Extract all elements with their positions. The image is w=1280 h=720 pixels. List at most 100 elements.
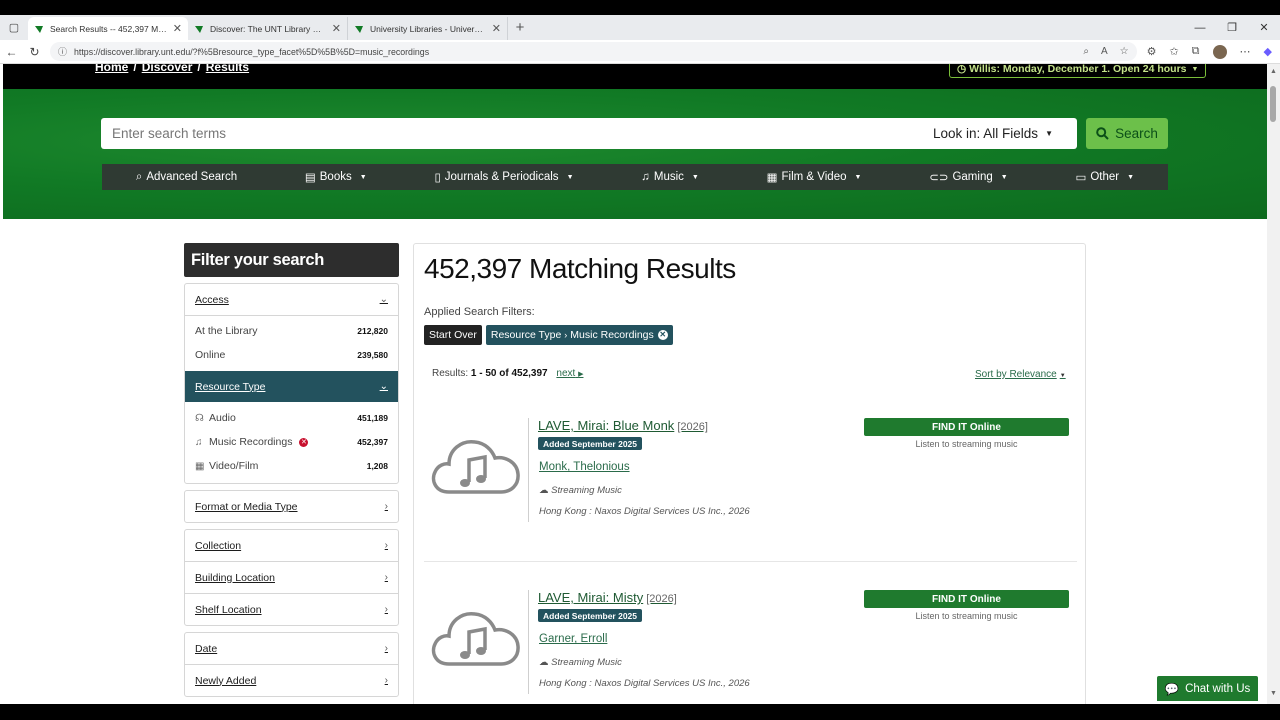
- start-over-button[interactable]: Start Over: [424, 325, 482, 345]
- look-in-select[interactable]: Look in: All Fields ▼: [933, 126, 1077, 141]
- reload-icon[interactable]: ↻: [23, 45, 46, 59]
- read-aloud-icon[interactable]: A: [1101, 46, 1108, 57]
- screen-bottom-edge: [0, 704, 1280, 720]
- nav-music[interactable]: ♫ Music ▼: [641, 171, 699, 183]
- breadcrumb-home[interactable]: Home: [95, 64, 128, 74]
- search-bar: Enter search terms Look in: All Fields ▼: [101, 118, 1077, 149]
- chevron-right-icon: ›: [384, 501, 388, 512]
- record-year: [2026]: [646, 593, 677, 605]
- journal-icon: ▯: [434, 172, 441, 184]
- page-scrollbar[interactable]: ▲ ▼: [1267, 64, 1280, 704]
- sort-dropdown[interactable]: Sort by Relevance ▼: [975, 369, 1066, 380]
- listen-note: Listen to streaming music: [915, 611, 1018, 621]
- breadcrumb-results[interactable]: Results: [206, 64, 249, 74]
- facet-format-toggle[interactable]: Format or Media Type ›: [185, 491, 398, 522]
- caret-down-icon: ▼: [854, 173, 862, 181]
- facet-item-at-the-library[interactable]: At the Library 212,820: [185, 319, 398, 343]
- collections-icon[interactable]: ⧉: [1192, 45, 1200, 58]
- facet-label: Collection: [195, 539, 242, 552]
- nav-books[interactable]: ▤ Books ▼: [305, 170, 367, 184]
- applied-filters: Start Over Resource Type › Music Recordi…: [424, 325, 673, 345]
- close-tab-icon[interactable]: ✕: [492, 22, 501, 35]
- site-info-icon[interactable]: ⓘ: [58, 45, 67, 58]
- caret-down-icon: ▼: [1000, 173, 1008, 181]
- more-menu-icon[interactable]: ⋯: [1240, 45, 1251, 58]
- scroll-up-icon[interactable]: ▲: [1270, 68, 1277, 75]
- favorites-icon[interactable]: ✩: [1169, 45, 1178, 58]
- chevron-right-icon: ›: [564, 330, 568, 340]
- record-format: ☁ Streaming Music: [539, 485, 622, 496]
- chevron-down-icon: ▼: [1191, 65, 1199, 73]
- facet-item-video-film[interactable]: ▦ Video/Film 1,208: [185, 454, 398, 478]
- music-note-icon: ♫: [641, 171, 650, 183]
- clock-icon: ◷: [957, 64, 967, 75]
- scroll-down-icon[interactable]: ▼: [1270, 690, 1277, 697]
- facet-shelf-location-toggle[interactable]: Shelf Location ›: [185, 594, 398, 625]
- find-it-online-button[interactable]: FIND IT Online: [864, 418, 1069, 436]
- other-icon: ▭: [1075, 172, 1087, 184]
- facet-newly-added-toggle[interactable]: Newly Added ›: [185, 665, 398, 696]
- chat-bubble-icon: 💬: [1164, 683, 1180, 696]
- caret-right-icon: ▶: [578, 371, 584, 378]
- next-page-link[interactable]: next ▶: [556, 368, 583, 379]
- chevron-down-icon: ⌄: [379, 381, 388, 392]
- profile-avatar[interactable]: [1212, 44, 1227, 59]
- author-link[interactable]: Monk, Thelonious: [539, 461, 630, 473]
- facet-item-audio[interactable]: ☊ Audio 451,189: [185, 406, 398, 430]
- close-window-icon[interactable]: ✕: [1248, 21, 1280, 34]
- result-record: LAVE, Mirai: Blue Monk [2026] Added Septe…: [424, 418, 1077, 528]
- search-button[interactable]: Search: [1086, 118, 1168, 149]
- copilot-icon[interactable]: ◆: [1264, 45, 1272, 58]
- remove-filter-icon[interactable]: ✕: [299, 437, 309, 447]
- chat-button[interactable]: 💬 Chat with Us: [1157, 676, 1258, 701]
- search-input[interactable]: Enter search terms: [101, 126, 933, 141]
- find-it-online-button[interactable]: FIND IT Online: [864, 590, 1069, 608]
- facet-item-online[interactable]: Online 239,580: [185, 343, 398, 367]
- author-link[interactable]: Garner, Erroll: [539, 633, 607, 645]
- scrollbar-thumb[interactable]: [1270, 86, 1276, 122]
- tab-actions-icon[interactable]: ▢: [0, 15, 28, 40]
- restore-icon[interactable]: ❐: [1216, 21, 1248, 34]
- facet-building-location-toggle[interactable]: Building Location ›: [185, 562, 398, 593]
- facet-collection-toggle[interactable]: Collection ›: [185, 530, 398, 561]
- close-tab-icon[interactable]: ✕: [332, 22, 341, 35]
- chat-label: Chat with Us: [1185, 682, 1251, 695]
- breadcrumb-discover[interactable]: Discover: [142, 64, 193, 74]
- browser-tab-3[interactable]: University Libraries - University Li ✕: [348, 17, 508, 40]
- nav-journals[interactable]: ▯ Journals & Periodicals ▼: [434, 170, 573, 184]
- minimize-icon[interactable]: —: [1184, 22, 1216, 34]
- browser-tab-1[interactable]: Search Results -- 452,397 Matching ✕: [28, 17, 188, 40]
- facet-date-toggle[interactable]: Date ›: [185, 633, 398, 664]
- facet-item-music-recordings[interactable]: ♫ Music Recordings ✕ 452,397: [185, 430, 398, 454]
- caret-down-icon: ▼: [1127, 173, 1135, 181]
- facet-label: Building Location: [195, 571, 275, 584]
- chevron-right-icon: ›: [384, 643, 388, 654]
- chevron-down-icon: ⌄: [379, 294, 388, 305]
- record-title-link[interactable]: LAVE, Mirai: Misty [2026]: [538, 590, 677, 605]
- browser-tab-2[interactable]: Discover: The UNT Library Catalog ✕: [188, 17, 348, 40]
- facet-count: 239,580: [357, 350, 388, 360]
- results-title: 452,397 Matching Results: [424, 253, 736, 284]
- filter-chip-resource-type[interactable]: Resource Type › Music Recordings ✕: [485, 325, 673, 345]
- nav-label: Film & Video: [781, 171, 847, 183]
- close-tab-icon[interactable]: ✕: [173, 22, 182, 35]
- facet-resource-type-toggle[interactable]: Resource Type ⌄: [185, 371, 398, 402]
- chip-value: Music Recordings: [570, 329, 654, 341]
- remove-filter-icon[interactable]: ✕: [657, 330, 668, 340]
- new-tab-icon[interactable]: +: [508, 17, 532, 40]
- nav-film-video[interactable]: ▦ Film & Video ▼: [767, 170, 862, 184]
- favorite-star-icon[interactable]: ☆: [1120, 46, 1129, 57]
- url-field[interactable]: ⓘ https://discover.library.unt.edu/?f%5B…: [50, 42, 1137, 61]
- extensions-icon[interactable]: ⚙: [1147, 45, 1157, 58]
- facet-access-toggle[interactable]: Access ⌄: [185, 284, 398, 315]
- nav-other[interactable]: ▭ Other ▼: [1075, 170, 1134, 184]
- nav-advanced-search[interactable]: ⌕ Advanced Search: [136, 171, 237, 184]
- look-in-label: Look in: All Fields: [933, 126, 1039, 141]
- chip-field: Resource Type: [490, 329, 562, 341]
- record-title-link[interactable]: LAVE, Mirai: Blue Monk [2026]: [538, 418, 708, 433]
- format-label: Streaming Music: [551, 485, 622, 496]
- nav-gaming[interactable]: ⊂⊃ Gaming ▼: [929, 170, 1008, 184]
- back-icon[interactable]: ←: [0, 45, 23, 59]
- zoom-icon[interactable]: ⌕: [1083, 46, 1089, 57]
- library-hours-dropdown[interactable]: ◷ Willis: Monday, December 1. Open 24 ho…: [949, 64, 1207, 78]
